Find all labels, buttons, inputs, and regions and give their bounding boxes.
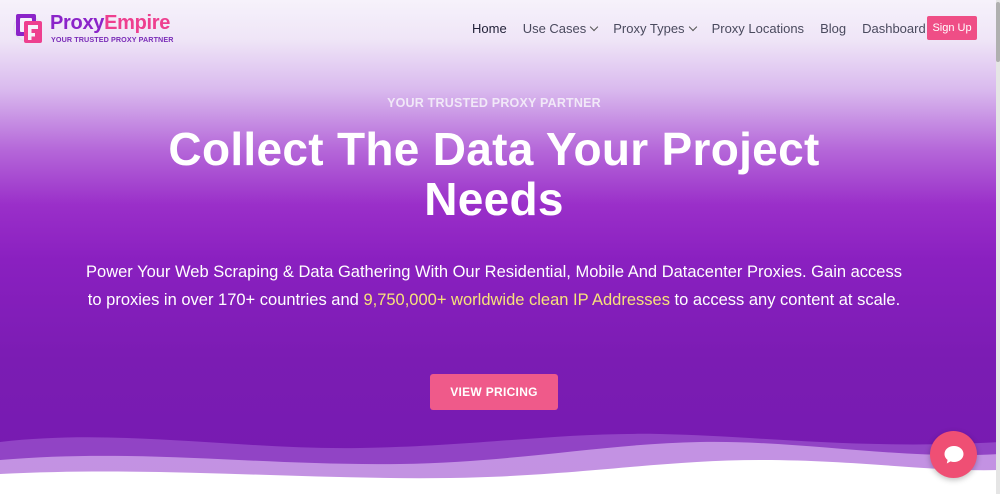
nav-blog[interactable]: Blog <box>820 21 846 36</box>
lead-text-end: to access any content at scale. <box>669 291 901 309</box>
view-pricing-button[interactable]: VIEW PRICING <box>430 374 558 410</box>
headline-line-1: Collect The Data Your Project <box>168 123 820 175</box>
hero-wave-divider <box>0 433 1000 494</box>
lead-highlight: 9,750,000+ worldwide clean IP Addresses <box>363 291 670 309</box>
nav-use-cases[interactable]: Use Cases <box>523 21 599 36</box>
chevron-down-icon <box>688 22 697 31</box>
brand-tagline: YOUR TRUSTED PROXY PARTNER <box>51 35 174 44</box>
hero-eyebrow: YOUR TRUSTED PROXY PARTNER <box>387 96 601 110</box>
hero-headline: Collect The Data Your Project Needs <box>0 124 988 224</box>
hero-lead: Power Your Web Scraping & Data Gathering… <box>80 258 908 314</box>
signup-button[interactable]: Sign Up <box>927 16 977 40</box>
chat-widget-button[interactable] <box>930 431 977 478</box>
page-scrollbar[interactable] <box>996 0 1000 494</box>
chat-bubble-icon <box>944 445 963 463</box>
nav-dashboard[interactable]: Dashboard <box>862 21 926 36</box>
hero-section: ProxyEmpire YOUR TRUSTED PROXY PARTNER H… <box>0 0 1000 494</box>
proxyempire-logo-icon <box>13 14 42 43</box>
logo[interactable]: ProxyEmpire YOUR TRUSTED PROXY PARTNER <box>13 9 173 49</box>
scrollbar-thumb[interactable] <box>996 2 1000 62</box>
nav-home[interactable]: Home <box>472 21 507 36</box>
brand-name: ProxyEmpire <box>50 12 171 34</box>
nav-proxy-locations[interactable]: Proxy Locations <box>712 21 805 36</box>
chevron-down-icon <box>590 22 599 31</box>
main-nav: Home Use Cases Proxy Types Proxy Locatio… <box>472 19 942 37</box>
nav-proxy-types[interactable]: Proxy Types <box>613 21 697 36</box>
headline-line-2: Needs <box>424 173 564 225</box>
